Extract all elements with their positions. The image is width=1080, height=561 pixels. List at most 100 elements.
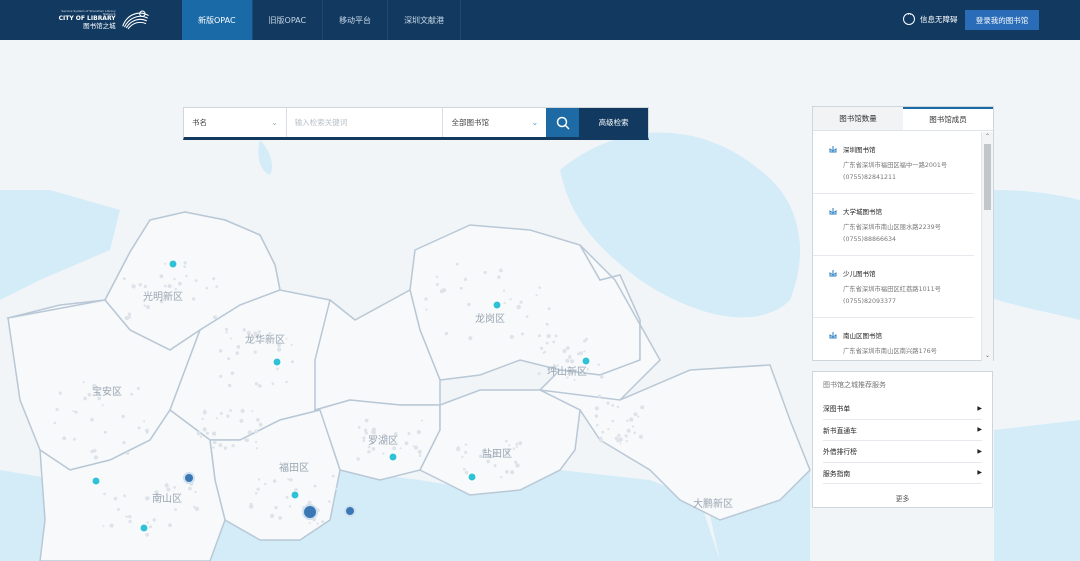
tab-library-members[interactable]: 图书馆成员 <box>903 107 993 130</box>
map-dot <box>606 401 610 405</box>
tab-library-count[interactable]: 图书馆数量 <box>813 107 903 130</box>
search-field-select[interactable]: 书名 ⌄ <box>184 108 287 137</box>
chevron-down-icon: ⌄ <box>531 118 539 127</box>
map-dot <box>500 476 503 479</box>
list-item[interactable]: 少儿图书馆 广东省深圳市福田区红荔路1011号 (0755)82093377 <box>813 256 974 318</box>
map-dot <box>601 430 605 434</box>
service-link[interactable]: 服务指南 ▶ <box>823 463 982 484</box>
map-dot <box>90 449 94 454</box>
library-marker[interactable] <box>91 476 101 486</box>
map-dot <box>285 380 288 384</box>
map-dot <box>640 405 645 410</box>
map-dot <box>53 421 57 425</box>
map-dot <box>218 349 223 353</box>
panel-scrollbar[interactable]: ⌃ ⌄ <box>981 132 993 361</box>
map-dot <box>579 351 583 356</box>
map-dot <box>174 508 177 511</box>
library-marker[interactable] <box>388 452 398 462</box>
district-label: 龙华新区 <box>245 333 285 346</box>
scroll-thumb[interactable] <box>984 144 991 210</box>
map-dot <box>412 445 415 448</box>
map-dot <box>364 431 368 435</box>
map-dot <box>138 283 142 287</box>
map-dot <box>130 392 134 396</box>
map-dot <box>121 414 125 419</box>
map-dot <box>147 496 150 499</box>
map-dot <box>464 470 469 475</box>
map-dot <box>538 286 541 289</box>
map-dot <box>247 430 252 435</box>
search-icon <box>556 116 570 130</box>
map-dot <box>459 286 463 290</box>
list-item[interactable]: 大学城图书馆 广东省深圳市南山区丽水路2239号 (0755)88866634 <box>813 194 974 256</box>
district-label: 龙岗区 <box>475 312 505 325</box>
map-dot <box>82 381 85 384</box>
library-marker[interactable] <box>581 356 591 366</box>
search-bar: 书名 ⌄ 全部图书馆 ⌄ 高级检索 <box>183 107 649 140</box>
service-link[interactable]: 深图书单 ▶ <box>823 398 982 420</box>
map-dot <box>264 482 267 486</box>
map-dot <box>616 438 620 443</box>
library-marker[interactable] <box>168 259 178 269</box>
map-dot <box>103 430 107 434</box>
library-marker-major[interactable] <box>344 505 356 517</box>
library-marker[interactable] <box>139 523 149 533</box>
library-marker[interactable] <box>290 490 300 500</box>
accessibility-link[interactable]: 信息无障碍 <box>903 11 958 25</box>
library-name: 深圳图书馆 <box>843 146 876 154</box>
map-dot <box>192 297 196 301</box>
map-dot <box>164 284 167 288</box>
map-dot <box>331 474 335 478</box>
map-dot <box>244 438 247 442</box>
scroll-up-icon[interactable]: ⌃ <box>982 132 993 142</box>
map-dot <box>227 383 232 388</box>
search-button[interactable] <box>546 108 580 137</box>
nav-old-opac[interactable]: 旧版OPAC <box>253 0 324 40</box>
map-dot <box>113 496 118 501</box>
map-dot <box>552 340 556 344</box>
library-phone: (0755)82841211 <box>843 174 896 181</box>
library-marker[interactable] <box>492 300 502 310</box>
map-dot <box>87 392 92 397</box>
map-dot <box>287 478 290 481</box>
map-dot <box>515 445 519 448</box>
map-dot <box>509 298 512 301</box>
district-label: 光明新区 <box>143 290 183 303</box>
logo-text: Service System of Shenzhen Library Netwo… <box>55 9 116 30</box>
map-dot <box>290 343 293 346</box>
login-button[interactable]: 登录我的图书馆 <box>965 10 1039 30</box>
map-dot <box>525 315 529 318</box>
scroll-down-icon[interactable]: ⌄ <box>982 351 993 361</box>
caret-right-icon: ▶ <box>977 426 982 434</box>
advanced-search-button[interactable]: 高级检索 <box>579 108 648 137</box>
logo[interactable]: Service System of Shenzhen Library Netwo… <box>55 6 150 34</box>
map-dot <box>173 486 177 489</box>
search-input[interactable] <box>286 108 444 137</box>
library-marker[interactable] <box>467 472 477 482</box>
map-dot <box>128 316 131 319</box>
list-item[interactable]: 深圳图书馆 广东省深圳市福田区福中一路2001号 (0755)82841211 <box>813 132 974 194</box>
recommended-services: 图书馆之城推荐服务 深图书单 ▶ 新书直通车 ▶ 外借排行榜 ▶ 服务指南 ▶ 更多 <box>812 371 993 508</box>
map-dot <box>461 455 464 458</box>
nav-literature-port[interactable]: 深圳文献港 <box>388 0 462 40</box>
more-link[interactable]: 更多 <box>823 493 982 503</box>
map-dot <box>109 523 114 528</box>
map-dot <box>212 446 215 449</box>
library-marker[interactable] <box>272 357 282 367</box>
map-dot <box>518 441 523 446</box>
list-item[interactable]: 南山区图书馆 广东省深圳市南山区南兴路176号 <box>813 318 974 361</box>
map-dot <box>308 522 311 524</box>
library-scope-select[interactable]: 全部图书馆 ⌄ <box>443 108 546 137</box>
map-dot <box>371 430 377 435</box>
map-dot <box>236 345 241 349</box>
service-link[interactable]: 新书直通车 ▶ <box>823 420 982 441</box>
nav-mobile[interactable]: 移动平台 <box>323 0 389 40</box>
map-dot <box>164 262 167 265</box>
nav-new-opac[interactable]: 新版OPAC <box>182 0 253 40</box>
map-dot <box>497 275 501 279</box>
library-marker-major[interactable] <box>183 472 195 484</box>
map-dot <box>143 284 147 288</box>
service-link[interactable]: 外借排行榜 ▶ <box>823 441 982 463</box>
district-label: 宝安区 <box>92 385 122 398</box>
library-marker-major[interactable] <box>302 504 318 520</box>
